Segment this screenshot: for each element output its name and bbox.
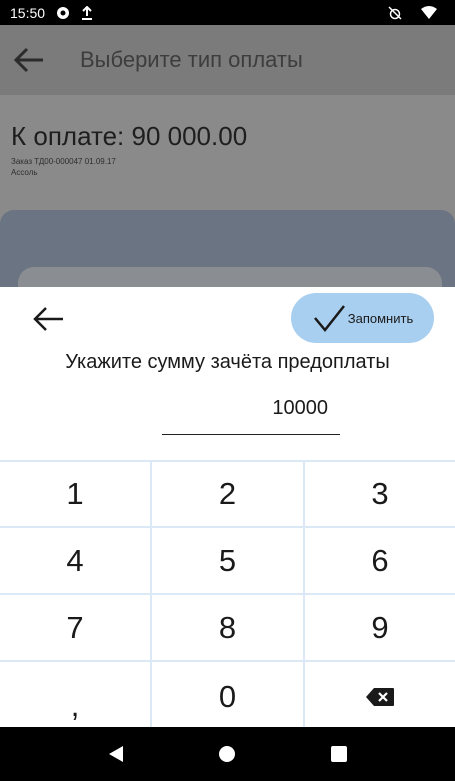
triangle-back-icon: [108, 746, 123, 762]
key-comma[interactable]: ,: [0, 662, 150, 732]
circle-home-icon: [219, 746, 236, 762]
key-6[interactable]: 6: [305, 528, 455, 593]
key-8[interactable]: 8: [152, 595, 303, 660]
key-7[interactable]: 7: [0, 595, 150, 660]
gear-notification-icon: [55, 5, 71, 21]
checkmark-icon: [313, 305, 345, 332]
client-line: Ассоль: [11, 168, 38, 177]
alarm-off-icon: [387, 5, 403, 21]
key-9[interactable]: 9: [305, 595, 455, 660]
arrow-left-icon: [12, 45, 46, 75]
background-title: Выберите тип оплаты: [80, 47, 303, 72]
key-4[interactable]: 4: [0, 528, 150, 593]
prompt-text: Укажите сумму зачёта предоплаты: [65, 351, 390, 373]
arrow-left-icon: [33, 307, 63, 331]
key-1[interactable]: 1: [0, 462, 150, 526]
remember-button[interactable]: Запомнить: [291, 293, 434, 343]
nav-back-button[interactable]: [101, 739, 131, 769]
order-line: Заказ ТД00-000047 01.09.17: [11, 157, 116, 166]
remember-label: Запомнить: [347, 310, 414, 326]
navigation-bar: [0, 727, 455, 781]
key-0[interactable]: 0: [152, 662, 303, 732]
upload-icon: [79, 5, 95, 21]
square-recents-icon: [331, 746, 348, 762]
key-5[interactable]: 5: [152, 528, 303, 593]
prepayment-sheet: Запомнить Укажите сумму зачёта предоплат…: [0, 287, 455, 732]
key-3[interactable]: 3: [305, 462, 455, 526]
amount-due-label: К оплате: 90 000.00: [11, 121, 248, 151]
amount-input[interactable]: 10000: [162, 385, 340, 435]
numeric-keypad: 1 2 3 4 5 6 7 8 9 , 0: [0, 460, 455, 732]
key-2[interactable]: 2: [152, 462, 303, 526]
wifi-icon: [421, 5, 437, 21]
backspace-icon: [366, 688, 394, 706]
background-activity: Выберите тип оплаты К оплате: 90 000.00 …: [0, 25, 455, 287]
back-button[interactable]: [28, 301, 68, 337]
nav-recents-button[interactable]: [324, 739, 354, 769]
background-toolbar: Выберите тип оплаты: [0, 25, 455, 95]
status-bar: 15:50: [0, 0, 455, 25]
background-card-inner: [18, 267, 442, 287]
order-info: Заказ ТД00-000047 01.09.17 Ассоль: [11, 156, 116, 178]
status-time: 15:50: [10, 4, 46, 21]
key-backspace[interactable]: [305, 662, 455, 732]
nav-home-button[interactable]: [212, 739, 242, 769]
